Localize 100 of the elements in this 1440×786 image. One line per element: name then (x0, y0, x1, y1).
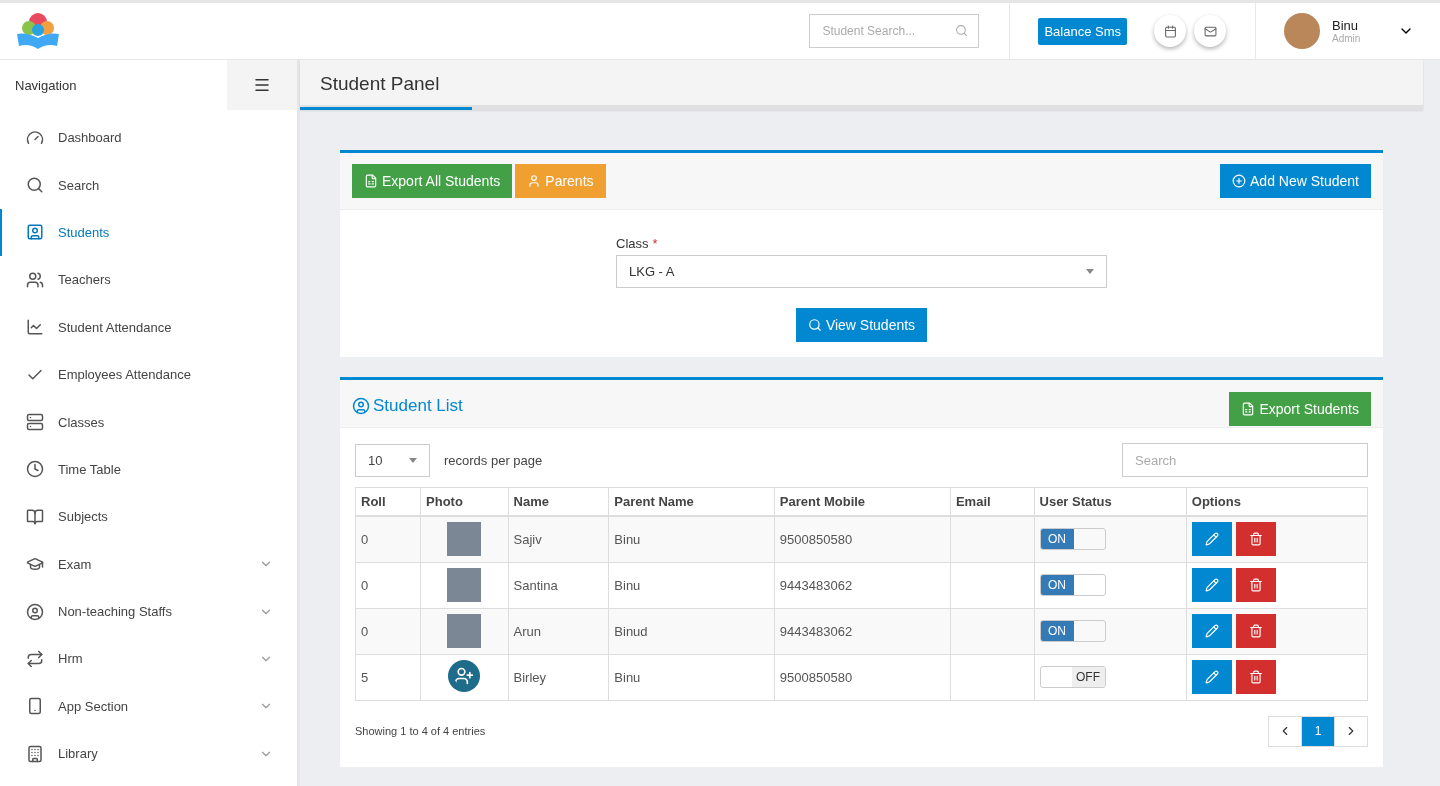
pencil-icon (1204, 670, 1219, 684)
required-mark: * (652, 236, 658, 251)
table-cell: 0 (355, 516, 421, 562)
table-cell: Birley (508, 654, 609, 700)
table-cell: 9500850580 (774, 516, 951, 562)
sidebar-item[interactable]: Library (0, 730, 297, 778)
edit-button[interactable] (1191, 522, 1232, 557)
student-list-title: Student List (352, 396, 463, 416)
photo-placeholder (447, 614, 482, 648)
sidebar-item[interactable]: Students (0, 208, 297, 257)
sidebar-item[interactable]: Exam (0, 540, 297, 588)
gauge-icon (26, 128, 44, 147)
edit-button[interactable] (1191, 614, 1232, 648)
delete-button[interactable] (1235, 614, 1276, 648)
repeat-icon (26, 650, 44, 668)
calendar-button[interactable] (1154, 15, 1186, 47)
pencil-icon (1204, 578, 1219, 592)
caret-icon (1086, 269, 1094, 274)
sidebar-item[interactable]: Student Attendance (0, 303, 297, 351)
sidebar-item[interactable]: Time Table (0, 445, 297, 494)
sidebar-item[interactable]: Teachers (0, 256, 297, 304)
user-circle-icon (352, 397, 370, 415)
menu-button[interactable] (227, 60, 297, 110)
sidebar-item[interactable]: Classes (0, 398, 297, 446)
search-icon (26, 176, 44, 195)
user-square-icon (26, 223, 44, 242)
table-cell: Binu (608, 654, 775, 700)
table-cell: Binu (608, 516, 775, 562)
table-search-field[interactable]: Search (1122, 443, 1368, 477)
phone-icon (26, 697, 44, 716)
user-role: Admin (1332, 33, 1361, 44)
photo-placeholder (447, 568, 482, 602)
user-icon (527, 174, 542, 188)
table-cell: 9500850580 (774, 654, 951, 700)
delete-button[interactable] (1235, 660, 1276, 694)
building-icon (26, 744, 44, 763)
table-cell: 9443483062 (774, 562, 951, 608)
spreadsheet-icon (364, 174, 378, 188)
edit-button[interactable] (1191, 660, 1232, 694)
view-students-button[interactable]: View Students (795, 308, 928, 342)
trash-icon (1248, 578, 1263, 592)
search-icon (955, 24, 969, 37)
table-cell: 0 (355, 608, 421, 654)
sidebar-item[interactable]: Hrm (0, 635, 297, 683)
sidebar-item[interactable]: Subjects (0, 493, 297, 541)
spreadsheet-icon (1241, 402, 1256, 416)
pencil-icon (1204, 532, 1219, 547)
table-cell: 5 (355, 654, 421, 700)
status-toggle[interactable]: ON (1039, 620, 1106, 642)
delete-button[interactable] (1235, 522, 1276, 557)
status-toggle[interactable]: OFF (1039, 666, 1106, 688)
student-search-field[interactable]: Student Search... (809, 14, 980, 48)
table-cell: 0 (355, 562, 421, 608)
user-plus-icon (448, 659, 481, 692)
balance-sms-button[interactable]: Balance Sms (1038, 17, 1127, 45)
table-cell: Santina (508, 562, 609, 608)
logo-icon (15, 12, 61, 50)
status-toggle[interactable]: ON (1039, 528, 1106, 551)
caret-icon (409, 457, 417, 463)
table-cell: Binud (608, 608, 775, 654)
photo-placeholder (447, 522, 482, 557)
class-select[interactable]: LKG - A (616, 255, 1107, 288)
delete-button[interactable] (1235, 568, 1276, 602)
pencil-icon (1204, 624, 1219, 638)
line-chart-icon (26, 318, 44, 337)
book-icon (26, 507, 44, 526)
trash-icon (1248, 532, 1263, 547)
search-icon (807, 318, 822, 332)
sidebar-item[interactable]: Search (0, 161, 297, 209)
clock-icon (26, 460, 44, 479)
edit-button[interactable] (1191, 568, 1232, 602)
navigation-title: Navigation (14, 77, 78, 93)
user-circle-icon (26, 602, 44, 621)
entries-info: Showing 1 to 4 of 4 entries (355, 725, 486, 737)
sidebar-item[interactable]: Employees Attendance (0, 350, 297, 399)
avatar (1284, 13, 1320, 49)
user-name: Binu (1332, 18, 1360, 33)
trash-icon (1248, 624, 1263, 638)
add-new-student-button[interactable]: Add New Student (1220, 164, 1371, 198)
sidebar-item[interactable]: Non-teaching Staffs (0, 587, 297, 636)
table-cell: Binu (608, 562, 775, 608)
sidebar-item[interactable]: App Section (0, 682, 297, 731)
sidebar-item[interactable]: Dashboard (0, 114, 297, 162)
plus-circle-icon (1232, 174, 1247, 188)
table-cell: Arun (508, 608, 609, 654)
status-toggle[interactable]: ON (1039, 574, 1106, 596)
users-icon (26, 270, 44, 289)
table-cell: 9443483062 (774, 608, 951, 654)
page-button[interactable]: 1 (1301, 715, 1335, 747)
calendar-icon (1163, 24, 1177, 38)
server-icon (26, 413, 44, 432)
table-cell: Sajiv (508, 516, 609, 562)
mail-button[interactable] (1194, 15, 1226, 47)
page-title: Student Panel (300, 60, 472, 110)
records-per-page-label: records per page (444, 452, 543, 468)
class-label: Class (616, 236, 649, 251)
page-size-select[interactable]: 10 (355, 443, 430, 477)
menu-icon (253, 76, 271, 94)
mail-icon (1203, 24, 1217, 38)
trash-icon (1248, 670, 1263, 684)
